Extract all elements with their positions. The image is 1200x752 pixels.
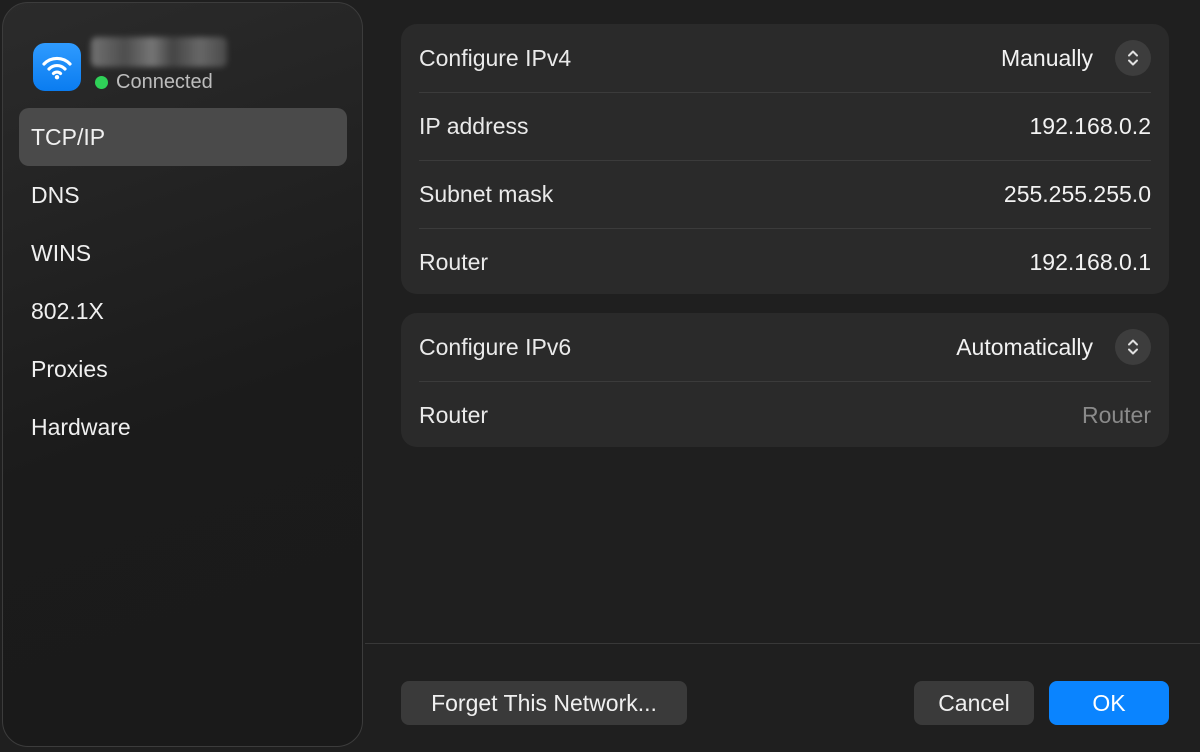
network-details-window: Connected TCP/IP DNS WINS 802.1X Proxies… — [0, 0, 1200, 752]
sidebar-nav: TCP/IP DNS WINS 802.1X Proxies Hardware — [19, 108, 347, 456]
sidebar-item-proxies[interactable]: Proxies — [19, 340, 347, 398]
configure-ipv6-label: Configure IPv6 — [419, 333, 572, 360]
ipv4-router-row: Router 192.168.0.1 — [419, 228, 1151, 296]
chevron-up-down-icon — [1115, 329, 1151, 365]
sidebar-item-dns[interactable]: DNS — [19, 166, 347, 224]
configure-ipv6-popup[interactable]: Automatically — [956, 329, 1151, 365]
ipv4-router-field[interactable]: 192.168.0.1 — [1029, 249, 1151, 276]
sidebar-item-wins[interactable]: WINS — [19, 224, 347, 282]
subnet-mask-label: Subnet mask — [419, 181, 554, 207]
ip-address-label: IP address — [419, 113, 529, 139]
subnet-mask-row: Subnet mask 255.255.255.0 — [419, 160, 1151, 228]
ip-address-field[interactable]: 192.168.0.2 — [1029, 113, 1151, 140]
network-name-redacted — [91, 37, 227, 67]
status-dot — [95, 76, 108, 89]
cancel-button[interactable]: Cancel — [914, 681, 1034, 725]
ipv6-router-field[interactable]: Router — [1082, 402, 1151, 429]
ipv6-router-row: Router Router — [419, 381, 1151, 449]
wifi-icon — [33, 43, 81, 91]
configure-ipv6-row: Configure IPv6 Automatically — [419, 313, 1151, 381]
ipv4-group: Configure IPv4 Manually IP address 192.1… — [401, 24, 1169, 294]
footer-divider — [365, 643, 1200, 644]
ipv6-group: Configure IPv6 Automatically Router Rout… — [401, 313, 1169, 447]
sidebar: Connected TCP/IP DNS WINS 802.1X Proxies… — [2, 2, 363, 747]
configure-ipv4-label: Configure IPv4 — [419, 44, 572, 71]
configure-ipv6-value: Automatically — [956, 333, 1093, 360]
ok-button[interactable]: OK — [1049, 681, 1169, 725]
status-text: Connected — [116, 71, 213, 93]
ipv6-router-label: Router — [419, 402, 489, 428]
sidebar-item-hardware[interactable]: Hardware — [19, 398, 347, 456]
subnet-mask-field[interactable]: 255.255.255.0 — [1004, 181, 1151, 208]
configure-ipv4-row: Configure IPv4 Manually — [419, 24, 1151, 92]
ipv4-router-label: Router — [419, 249, 489, 275]
network-header: Connected — [31, 35, 331, 95]
forget-network-button[interactable]: Forget This Network... — [401, 681, 687, 725]
sidebar-item-8021x[interactable]: 802.1X — [19, 282, 347, 340]
ip-address-row: IP address 192.168.0.2 — [419, 92, 1151, 160]
chevron-up-down-icon — [1115, 40, 1151, 76]
configure-ipv4-value: Manually — [1000, 44, 1093, 71]
configure-ipv4-popup[interactable]: Manually — [1001, 40, 1151, 76]
sidebar-item-tcpip[interactable]: TCP/IP — [19, 108, 347, 166]
network-status: Connected — [95, 71, 213, 94]
